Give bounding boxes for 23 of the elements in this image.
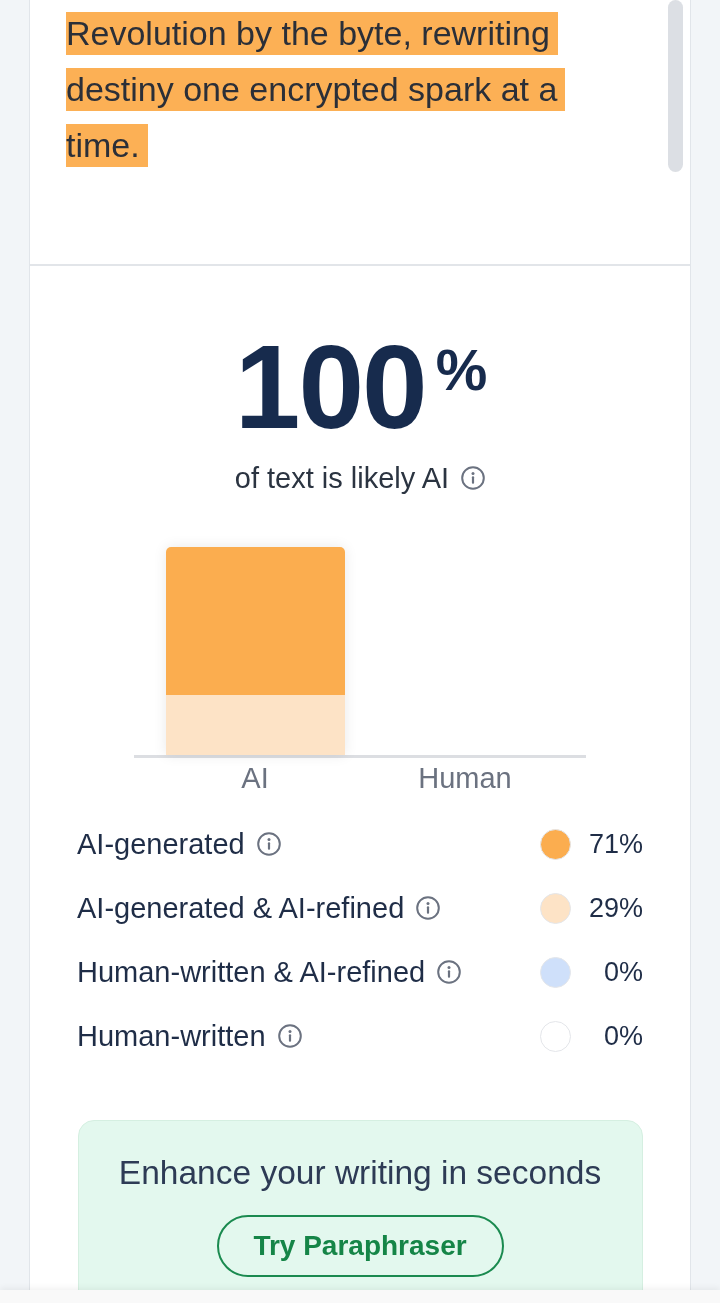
score-caption: of text is likely AI: [234, 461, 450, 496]
passage-text: destiny one encrypted spark at a: [66, 68, 566, 111]
info-icon[interactable]: [437, 960, 462, 984]
legend-label: AI-generated & AI-refined: [77, 891, 405, 926]
info-icon[interactable]: [256, 832, 281, 856]
passage-text: time.: [66, 124, 148, 167]
info-icon[interactable]: [416, 896, 441, 920]
legend-percent: 0%: [602, 956, 643, 989]
legend-label: Human-written & AI-refined: [77, 955, 426, 990]
info-icon[interactable]: [277, 1024, 302, 1048]
scrollbar-thumb[interactable]: [668, 0, 683, 172]
paraphraser-button[interactable]: Try Paraphraser: [216, 1215, 504, 1277]
passage-text: Revolution by the byte, rewriting: [66, 12, 558, 55]
axis-label: AI: [241, 761, 269, 796]
legend-percent: 71%: [587, 828, 643, 861]
promo-title: Enhance your writing in seconds: [118, 1153, 602, 1193]
legend-label: AI-generated: [77, 827, 245, 862]
legend-percent: 29%: [587, 892, 643, 925]
axis-label: Human: [418, 761, 512, 796]
legend-label: Human-written: [77, 1019, 266, 1054]
legend-percent: 0%: [602, 1020, 643, 1053]
info-icon[interactable]: [461, 466, 486, 490]
ai-score: 100$^{%}$: [234, 327, 486, 447]
